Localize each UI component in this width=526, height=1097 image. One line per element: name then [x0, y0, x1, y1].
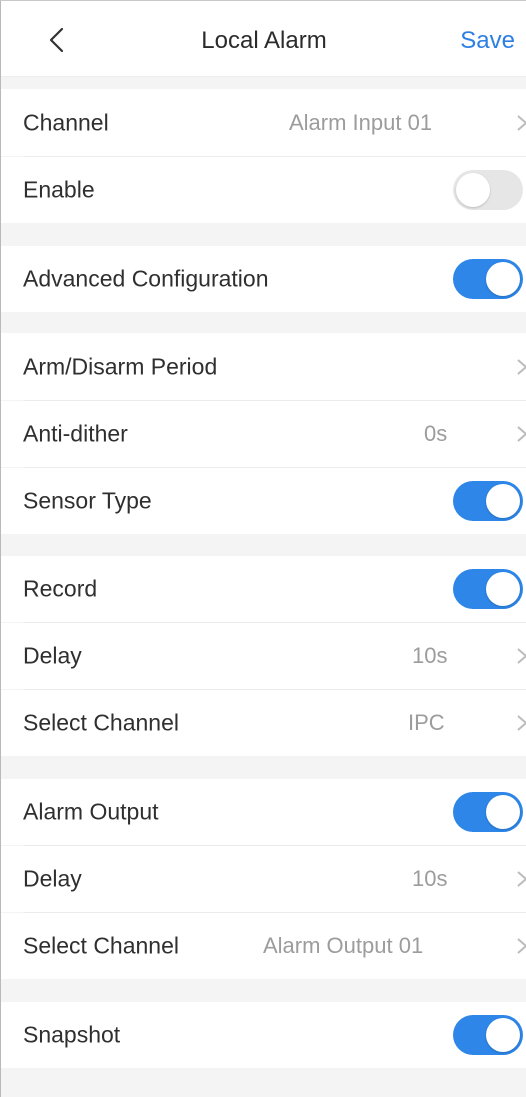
enable-row: Enable — [1, 157, 526, 223]
alarm-output-select-channel-label: Select Channel — [23, 932, 179, 959]
sensor-type-toggle[interactable] — [453, 481, 523, 521]
toggle-knob — [486, 262, 520, 296]
toggle-knob — [486, 572, 520, 606]
chevron-right-icon — [517, 938, 526, 954]
save-button[interactable]: Save — [460, 27, 515, 55]
chevron-right-icon — [517, 358, 526, 375]
chevron-right-icon — [517, 648, 526, 664]
chevron-right-icon — [517, 114, 526, 131]
chevron-right-icon — [517, 426, 526, 442]
alarm-output-toggle[interactable] — [453, 792, 523, 832]
sensor-type-row: Sensor Type — [1, 468, 526, 534]
record-delay-row[interactable]: Delay 10s — [1, 623, 526, 689]
alarm-output-delay-row[interactable]: Delay 10s — [1, 846, 526, 912]
record-toggle[interactable] — [453, 569, 523, 609]
chevron-right-icon — [517, 871, 526, 887]
chevron-right-icon — [517, 715, 526, 731]
page-title: Local Alarm — [201, 27, 327, 54]
alarm-output-delay-label: Delay — [23, 865, 82, 892]
alarm-output-row: Alarm Output — [1, 779, 526, 845]
arm-disarm-period-label: Arm/Disarm Period — [23, 353, 218, 379]
nav-header: Local Alarm Save — [1, 1, 526, 77]
enable-toggle[interactable] — [453, 170, 523, 210]
alarm-output-select-channel-row[interactable]: Select Channel Alarm Output 01 — [1, 913, 526, 979]
toggle-knob — [486, 795, 520, 829]
alarm-output-select-channel-value: Alarm Output 01 — [263, 933, 424, 958]
channel-value: Alarm Input 01 — [289, 109, 433, 135]
arm-disarm-period-row[interactable]: Arm/Disarm Period — [1, 333, 526, 400]
anti-dither-row[interactable]: Anti-dither 0s — [1, 401, 526, 467]
record-label: Record — [23, 575, 98, 602]
advanced-config-label: Advanced Configuration — [23, 265, 269, 292]
settings-screen: Local Alarm Save Channel Alarm Input 01 … — [0, 0, 526, 1097]
record-delay-label: Delay — [23, 642, 82, 669]
alarm-output-label: Alarm Output — [23, 798, 159, 825]
toggle-knob — [486, 484, 520, 518]
anti-dither-value: 0s — [424, 421, 448, 446]
advanced-config-row: Advanced Configuration — [1, 246, 526, 312]
snapshot-row: Snapshot — [1, 1002, 526, 1068]
sensor-type-label: Sensor Type — [23, 487, 152, 514]
advanced-config-toggle[interactable] — [453, 259, 523, 299]
record-delay-value: 10s — [412, 643, 448, 668]
anti-dither-label: Anti-dither — [23, 420, 128, 447]
alarm-output-delay-value: 10s — [412, 866, 448, 891]
record-select-channel-row[interactable]: Select Channel IPC — [1, 690, 526, 756]
channel-label: Channel — [23, 109, 109, 135]
snapshot-toggle[interactable] — [453, 1015, 523, 1055]
record-row: Record — [1, 556, 526, 622]
toggle-knob — [486, 1018, 520, 1052]
record-select-channel-value: IPC — [408, 710, 445, 735]
toggle-knob — [456, 173, 490, 207]
record-select-channel-label: Select Channel — [23, 709, 179, 736]
snapshot-label: Snapshot — [23, 1021, 121, 1048]
channel-row[interactable]: Channel Alarm Input 01 — [1, 89, 526, 156]
enable-label: Enable — [23, 176, 95, 203]
